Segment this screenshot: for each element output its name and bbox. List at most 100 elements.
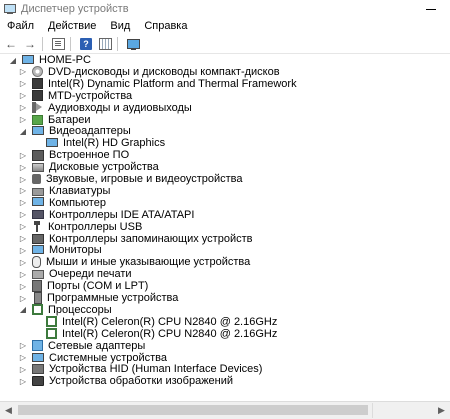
properties-button[interactable] xyxy=(50,36,66,52)
expand-chevron-icon[interactable]: ▷ xyxy=(18,149,28,161)
software-icon xyxy=(34,292,42,304)
tree-item-label: Процессоры xyxy=(48,303,112,316)
expand-chevron-icon[interactable]: ▷ xyxy=(18,292,28,304)
tree-item-label: Клавиатуры xyxy=(49,184,111,197)
tree-device[interactable]: Intel(R) Celeron(R) CPU N2840 @ 2.16GHz xyxy=(32,316,277,328)
tree-category[interactable]: ◢ Видеоадаптеры xyxy=(18,125,131,137)
monitor-icon xyxy=(32,125,44,135)
menu-bar: Файл Действие Вид Справка xyxy=(0,18,450,35)
expand-chevron-icon[interactable]: ▷ xyxy=(18,268,28,280)
details-icon xyxy=(98,38,112,50)
toolbar-separator xyxy=(42,37,43,51)
tree-item-label: Сетевые адаптеры xyxy=(48,339,146,352)
tree-item-label: Устройства обработки изображений xyxy=(49,375,234,388)
expand-chevron-icon[interactable]: ▷ xyxy=(18,102,28,114)
scroll-right-icon[interactable]: ▶ xyxy=(433,402,450,419)
expand-chevron-icon[interactable]: ▷ xyxy=(18,363,28,375)
menu-action[interactable]: Действие xyxy=(41,18,103,35)
expand-chevron-icon[interactable]: ▷ xyxy=(18,340,28,352)
expand-chevron-icon[interactable]: ▷ xyxy=(18,256,28,268)
tree-category[interactable]: ▷ Системные устройства xyxy=(18,352,167,364)
tree-item-label: HOME-PC xyxy=(39,54,91,66)
tree-category[interactable]: ▷ Дисковые устройства xyxy=(18,161,159,173)
expand-chevron-icon[interactable]: ▷ xyxy=(18,280,28,292)
tree-item-label: Батареи xyxy=(48,113,91,126)
tree-category[interactable]: ▷ Мониторы xyxy=(18,244,102,256)
expand-chevron-icon[interactable]: ▷ xyxy=(18,185,28,197)
keyboard-icon xyxy=(32,187,44,196)
scroll-thumb[interactable] xyxy=(18,405,368,415)
tree-category[interactable]: ▷ MTD-устройства xyxy=(18,90,132,102)
tree-category[interactable]: ◢ Процессоры xyxy=(18,304,112,316)
tree-category[interactable]: ▷ Компьютер xyxy=(18,197,106,209)
tree-category[interactable]: ▷ Сетевые адаптеры xyxy=(18,340,145,352)
tree-category[interactable]: ▷ Контроллеры USB xyxy=(18,221,142,233)
computer-icon xyxy=(32,197,44,207)
back-button[interactable]: ← xyxy=(3,36,19,52)
tree-category[interactable]: ▷ Контроллеры запоминающих устройств xyxy=(18,233,253,245)
minimize-button[interactable] xyxy=(424,3,438,15)
expand-chevron-icon[interactable]: ▷ xyxy=(18,221,28,233)
forward-button[interactable]: → xyxy=(22,36,38,52)
collapse-chevron-icon[interactable]: ◢ xyxy=(18,125,28,137)
tree-category[interactable]: ▷ Мыши и иные указывающие устройства xyxy=(18,256,251,269)
toolbar-separator xyxy=(70,37,71,51)
tree-category[interactable]: ▷ Intel(R) Dynamic Platform and Thermal F… xyxy=(18,78,297,90)
tree-category[interactable]: ▷ Контроллеры IDE ATA/ATAPI xyxy=(18,209,195,221)
tree-category[interactable]: ▷ Батареи xyxy=(18,114,91,126)
expand-chevron-icon[interactable]: ▷ xyxy=(18,375,28,387)
expand-chevron-icon[interactable]: ▷ xyxy=(18,78,28,90)
expand-chevron-icon[interactable]: ▷ xyxy=(18,197,28,209)
expand-chevron-icon[interactable]: ▷ xyxy=(18,244,28,256)
mouse-icon xyxy=(32,256,41,269)
tree-category[interactable]: ▷ Программные устройства xyxy=(18,292,178,304)
scroll-left-icon[interactable]: ◀ xyxy=(0,402,17,419)
scan-hardware-button[interactable] xyxy=(125,36,141,52)
monitor-icon xyxy=(32,244,44,254)
tree-item-label: Встроенное ПО xyxy=(49,149,130,162)
menu-view[interactable]: Вид xyxy=(103,18,137,35)
tree-category[interactable]: ▷ Порты (COM и LPT) xyxy=(18,280,148,293)
menu-help[interactable]: Справка xyxy=(137,18,194,35)
expand-chevron-icon[interactable]: ▷ xyxy=(18,161,28,173)
expand-chevron-icon[interactable]: ▷ xyxy=(18,90,28,102)
menu-file[interactable]: Файл xyxy=(0,18,41,35)
tree-category[interactable]: ▷ Устройства HID (Human Interface Devices… xyxy=(18,363,263,375)
tree-item-label: Мыши и иные указывающие устройства xyxy=(46,256,251,269)
title-bar: Диспетчер устройств xyxy=(0,0,450,18)
minimize-icon xyxy=(426,8,436,10)
tree-category[interactable]: ▷ Очереди печати xyxy=(18,268,132,280)
sound-icon xyxy=(32,174,41,184)
tree-category[interactable]: ▷ Звуковые, игровые и видеоустройства xyxy=(18,173,243,185)
tree-root-home-pc[interactable]: ◢ HOME-PC xyxy=(8,54,91,66)
tree-category[interactable]: ▷ Встроенное ПО xyxy=(18,149,129,161)
back-arrow-icon: ← xyxy=(5,37,17,51)
expand-chevron-icon[interactable]: ▷ xyxy=(18,114,28,126)
horizontal-scrollbar[interactable]: ◀ ▶ xyxy=(0,401,450,419)
expand-chevron-icon[interactable]: ▷ xyxy=(18,66,28,78)
cpu-icon xyxy=(46,316,57,328)
expand-chevron-icon[interactable]: ▷ xyxy=(18,173,28,185)
tree-category[interactable]: ▷ Клавиатуры xyxy=(18,185,110,197)
collapse-chevron-icon[interactable]: ◢ xyxy=(18,304,28,316)
tree-device[interactable]: Intel(R) Celeron(R) CPU N2840 @ 2.16GHz xyxy=(32,328,277,340)
tree-category[interactable]: ▷ Устройства обработки изображений xyxy=(18,375,233,387)
tree-item-label: Компьютер xyxy=(49,196,106,209)
tree-device[interactable]: Intel(R) HD Graphics xyxy=(32,137,165,149)
expand-chevron-icon[interactable]: ▷ xyxy=(18,233,28,245)
tree-item-label: Intel(R) Celeron(R) CPU N2840 @ 2.16GHz xyxy=(62,315,278,328)
details-button[interactable] xyxy=(97,36,113,52)
tree-item-label: DVD-дисководы и дисководы компакт-дисков xyxy=(48,65,280,78)
help-button[interactable]: ? xyxy=(78,36,94,52)
tree-category[interactable]: ▷ DVD-дисководы и дисководы компакт-диско… xyxy=(18,66,280,78)
network-icon xyxy=(32,340,43,352)
tree-item-label: Звуковые, игровые и видеоустройства xyxy=(46,173,243,185)
expand-chevron-icon[interactable]: ▷ xyxy=(18,209,28,221)
collapse-chevron-icon[interactable]: ◢ xyxy=(8,54,18,66)
status-bar-section xyxy=(372,403,433,418)
expand-chevron-icon[interactable]: ▷ xyxy=(18,352,28,364)
tree-category[interactable]: ▷ Аудиовходы и аудиовыходы xyxy=(18,102,192,114)
